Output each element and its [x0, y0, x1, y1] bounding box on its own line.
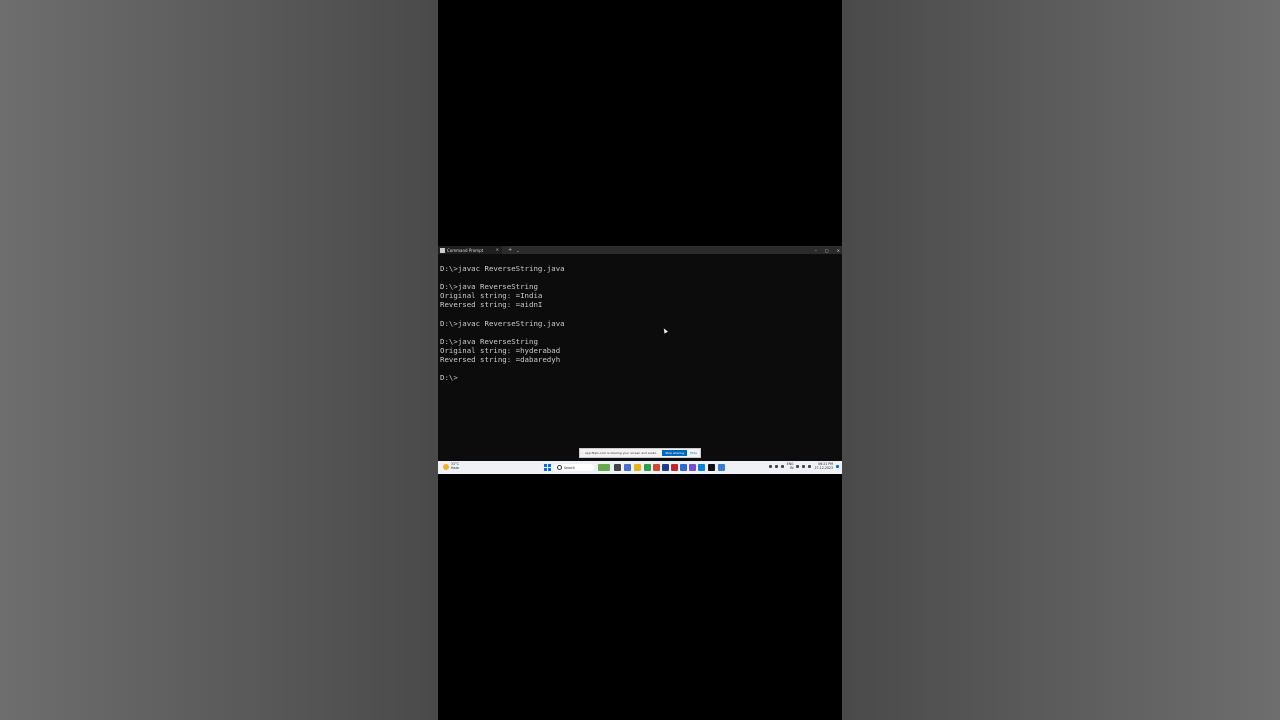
taskbar-search[interactable]: Search [554, 464, 594, 471]
tab-command-prompt[interactable]: Command Prompt × [438, 246, 502, 254]
sun-icon [443, 463, 449, 470]
minimize-button[interactable]: – [815, 248, 817, 253]
system-tray: ENG IN 06:21 PM 27-12-2023 [768, 462, 839, 470]
task-view-icon[interactable] [614, 464, 621, 471]
wifi-icon[interactable] [796, 465, 800, 469]
chrome-icon[interactable] [644, 464, 651, 471]
chevron-up-icon[interactable] [768, 465, 772, 469]
console-line: D:\>javac ReverseString.java [440, 264, 565, 273]
console-line: Original string: =India [440, 291, 543, 301]
window-controls: – ▢ ✕ [815, 246, 840, 254]
console-line: Original string: =hyderabad [440, 345, 561, 355]
cloud-icon[interactable] [774, 465, 778, 469]
share-message: app.fliqlo.com is sharing your screen an… [585, 451, 658, 455]
console-line: D:\>javac ReverseString.java [440, 318, 565, 328]
maximize-button[interactable]: ▢ [825, 248, 829, 253]
console-line: Reversed string: =aidnI [440, 300, 543, 310]
pen-icon[interactable] [780, 465, 784, 469]
console-output[interactable]: D:\>javac ReverseString.java D:\>java Re… [440, 264, 840, 382]
app-icon[interactable] [653, 464, 660, 471]
stop-sharing-button[interactable]: Stop sharing [662, 450, 688, 456]
tab-close-icon[interactable]: × [496, 247, 499, 252]
video-frame: Command Prompt × + ⌄ – ▢ ✕ D:\>javac Rev… [438, 0, 842, 720]
windows-start-icon[interactable] [544, 464, 551, 471]
app-thumbnail-icon[interactable] [598, 464, 610, 471]
terminal-icon[interactable] [708, 464, 715, 471]
chevron-down-icon[interactable]: ⌄ [516, 248, 519, 253]
weather-desc: Haze [451, 465, 459, 470]
app-icon[interactable] [718, 464, 725, 471]
weather-widget[interactable]: 31°C Haze [443, 462, 459, 470]
console-line: D:\>java ReverseString [440, 336, 538, 346]
console-line: D:\> [440, 373, 458, 383]
edge-icon[interactable] [698, 464, 705, 471]
clock[interactable]: 06:21 PM 27-12-2023 [814, 462, 833, 470]
console-line: Reversed string: =dabaredyh [440, 354, 561, 364]
hide-button[interactable]: Hide [690, 451, 697, 455]
app-icon[interactable] [671, 464, 678, 471]
console-line: D:\>java ReverseString [440, 282, 538, 292]
battery-icon[interactable] [808, 465, 812, 469]
notification-icon[interactable] [836, 465, 839, 469]
file-explorer-icon[interactable] [634, 464, 641, 471]
chat-icon[interactable] [624, 464, 631, 471]
screen-share-bar: ⁞ app.fliqlo.com is sharing your screen … [579, 448, 701, 458]
app-icon[interactable] [680, 464, 687, 471]
new-tab-button[interactable]: + [508, 247, 512, 253]
taskbar: 31°C Haze Search ENG IN 06:21 PM 27-12-2… [438, 461, 842, 474]
volume-icon[interactable] [802, 465, 806, 469]
close-button[interactable]: ✕ [837, 248, 840, 253]
terminal-icon [440, 247, 445, 253]
tab-title: Command Prompt [447, 247, 484, 253]
language-indicator[interactable]: ENG IN [787, 462, 794, 470]
search-placeholder: Search [564, 465, 575, 470]
app-icon[interactable] [689, 464, 696, 471]
app-icon[interactable] [662, 464, 669, 471]
clock-date: 27-12-2023 [814, 465, 833, 470]
terminal-tab-bar: Command Prompt × + ⌄ – ▢ ✕ [438, 246, 842, 254]
search-icon [557, 465, 562, 470]
terminal-window: Command Prompt × + ⌄ – ▢ ✕ D:\>javac Rev… [438, 246, 842, 474]
